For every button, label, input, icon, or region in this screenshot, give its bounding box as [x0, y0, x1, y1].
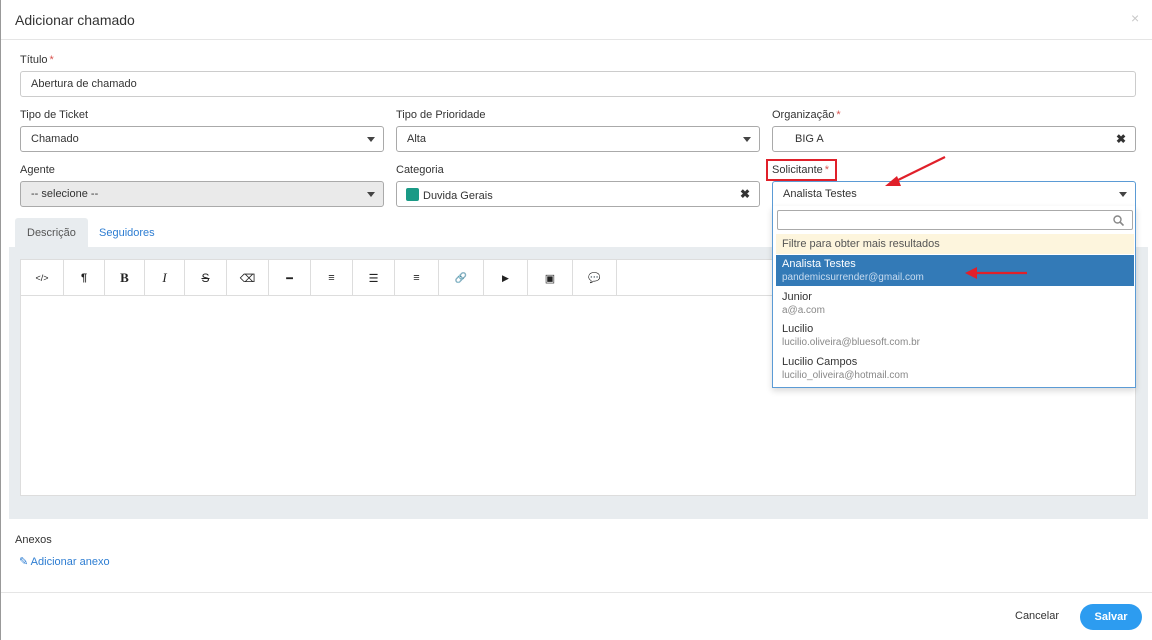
footer-divider	[1, 592, 1152, 593]
paperclip-icon: ✎	[19, 556, 29, 568]
annotation-arrow-icon	[885, 156, 946, 186]
annotation-arrow-icon	[965, 267, 1027, 279]
add-attachment-link[interactable]: ✎ Adicionar anexo	[19, 555, 110, 568]
add-ticket-modal: Adicionar chamado × Título * Abertura de …	[0, 0, 1152, 640]
cancel-button[interactable]: Cancelar	[1005, 605, 1069, 629]
annotation-arrows	[885, 156, 1027, 279]
anexos-label: Anexos	[15, 534, 52, 546]
save-button[interactable]: Salvar	[1080, 604, 1142, 630]
add-attachment-text: Adicionar anexo	[30, 556, 110, 568]
